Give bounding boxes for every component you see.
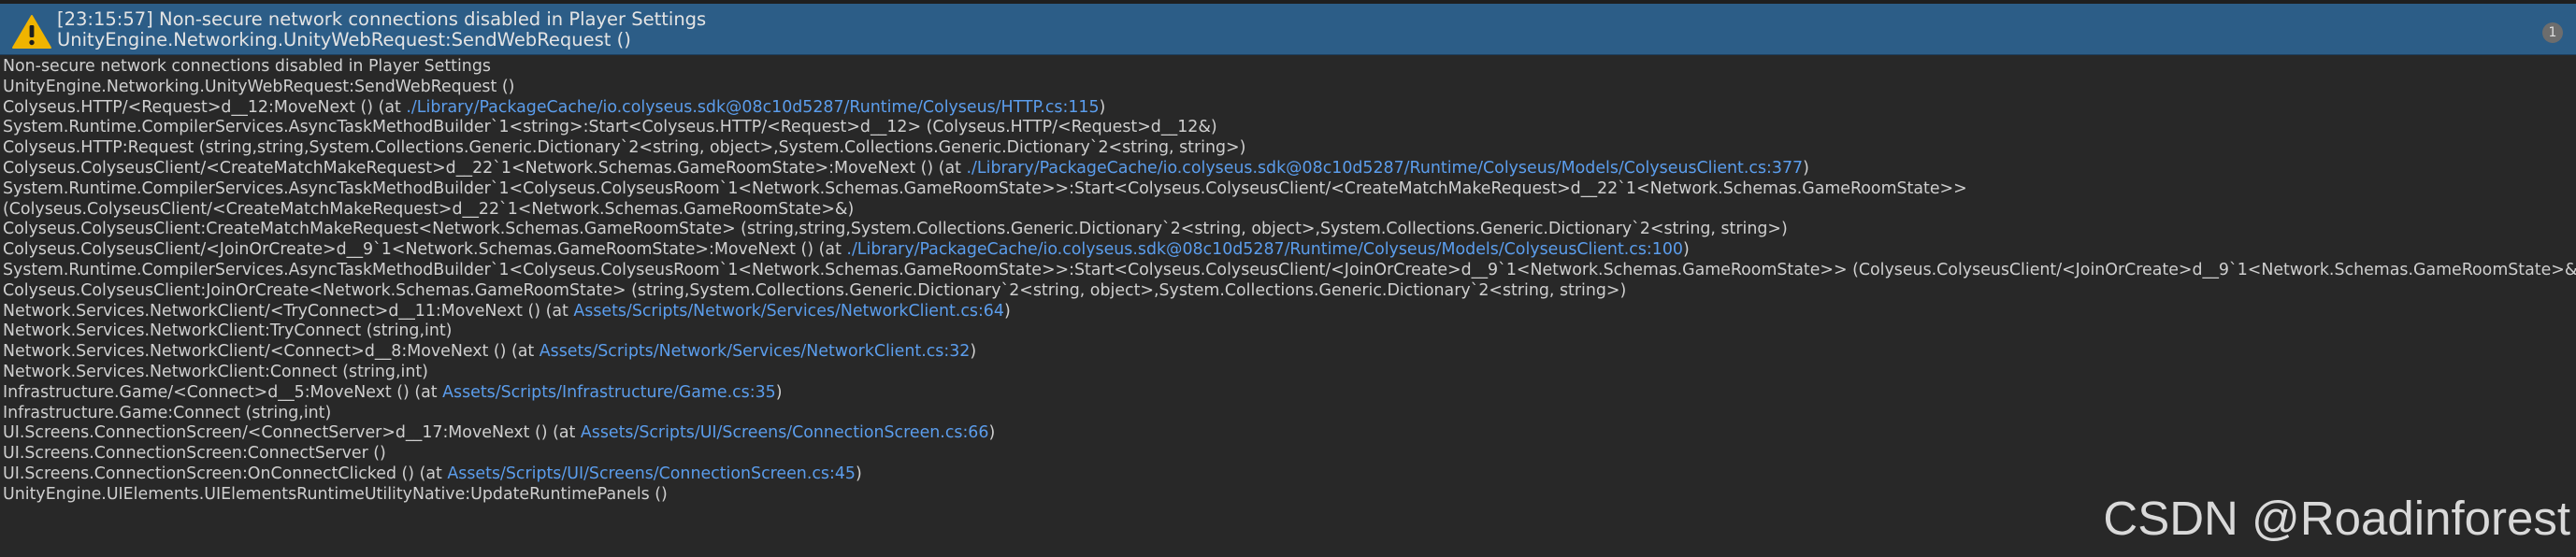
- log-count-badge: 1: [2542, 22, 2563, 43]
- stack-trace-line: Colyseus.HTTP/<Request>d__12:MoveNext ()…: [3, 98, 2576, 119]
- unity-console: [23:15:57] Non-secure network connection…: [0, 0, 2576, 557]
- stack-trace-text: UI.Screens.ConnectionScreen/<ConnectServ…: [3, 423, 581, 443]
- source-file-link[interactable]: ./Library/PackageCache/io.colyseus.sdk@0…: [967, 159, 1804, 178]
- stack-trace-line: Infrastructure.Game:Connect (string,int): [3, 404, 2576, 424]
- stack-trace-line: Network.Services.NetworkClient:Connect (…: [3, 363, 2576, 383]
- stack-trace-line: Colyseus.HTTP:Request (string,string,Sys…: [3, 138, 2576, 159]
- watermark: CSDN @Roadinforest: [2103, 492, 2570, 545]
- stack-trace-suffix: ): [1803, 158, 1809, 178]
- stack-trace-text: Colyseus.HTTP:Request (string,string,Sys…: [3, 138, 1246, 158]
- stack-trace-text: Network.Services.NetworkClient:Connect (…: [3, 362, 428, 381]
- stack-trace-line: Colyseus.ColyseusClient:JoinOrCreate<Net…: [3, 281, 2576, 302]
- log-entry-source: UnityEngine.Networking.UnityWebRequest:S…: [57, 29, 631, 50]
- stack-trace-text: Colyseus.HTTP/<Request>d__12:MoveNext ()…: [3, 97, 407, 117]
- stack-trace-line: (Colyseus.ColyseusClient/<CreateMatchMak…: [3, 200, 2576, 221]
- source-file-link[interactable]: ./Library/PackageCache/io.colyseus.sdk@0…: [406, 98, 1099, 117]
- stack-trace-text: Network.Services.NetworkClient:TryConnec…: [3, 321, 453, 341]
- stack-trace-text: System.Runtime.CompilerServices.AsyncTas…: [3, 260, 2576, 279]
- stack-trace-suffix: ): [988, 423, 996, 443]
- log-entry-text: [23:15:57] Non-secure network connection…: [57, 9, 706, 50]
- source-file-link[interactable]: ./Library/PackageCache/io.colyseus.sdk@0…: [846, 240, 1683, 259]
- stack-trace-text: UnityEngine.UIElements.UIElementsRuntime…: [3, 484, 668, 504]
- stack-trace-text: System.Runtime.CompilerServices.AsyncTas…: [3, 179, 1967, 198]
- stack-trace-text: Non-secure network connections disabled …: [3, 57, 491, 76]
- warning-icon: [12, 15, 51, 49]
- source-file-link[interactable]: Assets/Scripts/UI/Screens/ConnectionScre…: [447, 464, 856, 483]
- stack-trace-text: Colyseus.ColyseusClient:JoinOrCreate<Net…: [3, 280, 1627, 300]
- stack-trace-suffix: ): [855, 464, 862, 483]
- log-entry-selected[interactable]: [23:15:57] Non-secure network connection…: [0, 4, 2576, 55]
- stack-trace-text: Network.Services.NetworkClient/<TryConne…: [3, 301, 574, 321]
- stack-trace-line: System.Runtime.CompilerServices.AsyncTas…: [3, 179, 2576, 200]
- stack-trace-suffix: ): [1003, 301, 1011, 321]
- stack-trace-line: UI.Screens.ConnectionScreen:ConnectServe…: [3, 444, 2576, 464]
- stack-trace-line: Colyseus.ColyseusClient/<JoinOrCreate>d_…: [3, 240, 2576, 261]
- source-file-link[interactable]: Assets/Scripts/Infrastructure/Game.cs:35: [442, 383, 776, 402]
- log-entry-message: [23:15:57] Non-secure network connection…: [57, 8, 707, 30]
- stack-trace-text: UI.Screens.ConnectionScreen:ConnectServe…: [3, 444, 386, 464]
- stack-trace-details: Non-secure network connections disabled …: [3, 57, 2576, 506]
- stack-trace-text: Colyseus.ColyseusClient/<JoinOrCreate>d_…: [3, 240, 847, 260]
- stack-trace-line: Colyseus.ColyseusClient/<CreateMatchMake…: [3, 159, 2576, 179]
- stack-trace-line: Colyseus.ColyseusClient:CreateMatchMakeR…: [3, 220, 2576, 240]
- stack-trace-text: Colyseus.ColyseusClient:CreateMatchMakeR…: [3, 220, 1788, 239]
- stack-trace-text: (Colyseus.ColyseusClient/<CreateMatchMak…: [3, 199, 855, 219]
- stack-trace-line: UI.Screens.ConnectionScreen/<ConnectServ…: [3, 423, 2576, 444]
- stack-trace-line: Network.Services.NetworkClient/<Connect>…: [3, 342, 2576, 363]
- source-file-link[interactable]: Assets/Scripts/Network/Services/NetworkC…: [540, 342, 971, 361]
- stack-trace-line: System.Runtime.CompilerServices.AsyncTas…: [3, 261, 2576, 281]
- stack-trace-text: Colyseus.ColyseusClient/<CreateMatchMake…: [3, 158, 967, 178]
- stack-trace-line: UnityEngine.Networking.UnityWebRequest:S…: [3, 78, 2576, 98]
- stack-trace-text: Infrastructure.Game/<Connect>d__5:MoveNe…: [3, 382, 443, 402]
- stack-trace-line: Network.Services.NetworkClient/<TryConne…: [3, 302, 2576, 322]
- source-file-link[interactable]: Assets/Scripts/UI/Screens/ConnectionScre…: [581, 423, 989, 442]
- stack-trace-line: Non-secure network connections disabled …: [3, 57, 2576, 78]
- stack-trace-text: Infrastructure.Game:Connect (string,int): [3, 403, 332, 422]
- stack-trace-line: UI.Screens.ConnectionScreen:OnConnectCli…: [3, 464, 2576, 485]
- stack-trace-text: Network.Services.NetworkClient/<Connect>…: [3, 342, 540, 362]
- stack-trace-text: UnityEngine.Networking.UnityWebRequest:S…: [3, 77, 515, 96]
- stack-trace-suffix: ): [970, 342, 977, 362]
- stack-trace-suffix: ): [775, 382, 783, 402]
- stack-trace-text: UI.Screens.ConnectionScreen:OnConnectCli…: [3, 464, 448, 483]
- stack-trace-line: Network.Services.NetworkClient:TryConnec…: [3, 321, 2576, 342]
- stack-trace-line: Infrastructure.Game/<Connect>d__5:MoveNe…: [3, 383, 2576, 404]
- stack-trace-text: System.Runtime.CompilerServices.AsyncTas…: [3, 118, 1217, 137]
- stack-trace-suffix: ): [1682, 240, 1690, 260]
- stack-trace-suffix: ): [1099, 97, 1106, 117]
- source-file-link[interactable]: Assets/Scripts/Network/Services/NetworkC…: [573, 302, 1004, 321]
- stack-trace-line: System.Runtime.CompilerServices.AsyncTas…: [3, 118, 2576, 138]
